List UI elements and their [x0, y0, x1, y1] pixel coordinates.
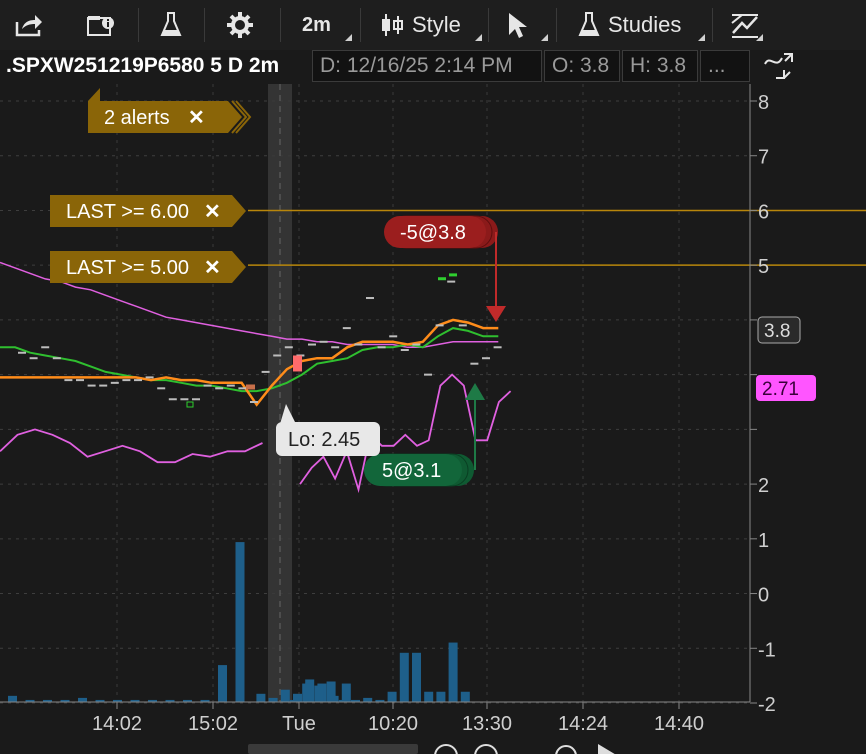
x-tick-label: 14:40 — [654, 713, 704, 735]
zoom-in-icon[interactable] — [474, 744, 498, 754]
y-tick-label: 8 — [758, 92, 769, 114]
alert-tag-6-close-icon[interactable]: ✕ — [204, 201, 221, 223]
y-tick-label: 6 — [758, 201, 769, 223]
zoom-out-icon[interactable] — [434, 744, 458, 754]
more-readout[interactable]: ... — [700, 50, 750, 82]
volume-bar — [387, 691, 397, 702]
studies-dropdown-icon — [698, 34, 705, 41]
toolbar: 2m Style Studies — [0, 0, 866, 50]
flask-icon[interactable] — [160, 8, 182, 42]
volume-bar — [78, 697, 87, 702]
volume-bar — [326, 681, 336, 702]
x-tick-label: 13:30 — [462, 713, 512, 735]
y-tick-label: 1 — [758, 530, 769, 552]
volume-bar — [436, 691, 446, 702]
volume-bar — [341, 683, 351, 702]
volume-bar — [363, 697, 373, 702]
style-dropdown-icon — [475, 34, 482, 41]
volume-bar — [448, 642, 458, 702]
buy-order-label: 5@3.1 — [382, 460, 441, 482]
high-readout: H: 3.8 — [622, 50, 698, 82]
last-price-value: 3.8 — [764, 321, 790, 342]
alerts-count-label: 2 alerts — [104, 107, 170, 129]
y-tick-label: -1 — [758, 639, 776, 661]
y-tick-label: 2 — [758, 475, 769, 497]
cursor-icon[interactable] — [506, 8, 528, 42]
x-tick-label: 10:20 — [368, 713, 418, 735]
timeframe-dropdown-icon — [345, 34, 352, 41]
alert-tag-5[interactable]: LAST >= 5.00 ✕ — [50, 251, 246, 283]
volume-bar — [460, 691, 470, 702]
orange-candle — [246, 384, 255, 390]
chart-info-icon[interactable] — [86, 8, 116, 42]
indicator-value: 2.71 — [762, 379, 799, 400]
horizontal-scrollbar[interactable] — [248, 744, 418, 754]
y-tick-label: -2 — [758, 694, 776, 716]
timeframe-button[interactable]: 2m — [302, 8, 331, 42]
x-tick-label: 14:24 — [558, 713, 608, 735]
symbol-info-bar: .SPXW251219P6580 5 D 2m D: 12/16/25 2:14… — [0, 50, 866, 84]
sell-order-label: -5@3.8 — [400, 222, 466, 244]
style-button[interactable]: Style — [380, 8, 461, 42]
expand-collapse-icon[interactable] — [762, 50, 794, 82]
volume-bar — [302, 683, 312, 702]
play-icon[interactable] — [598, 744, 618, 754]
volume-bar — [314, 685, 324, 702]
volume-bar — [399, 652, 409, 702]
volume-bar — [268, 697, 278, 702]
red-candle — [293, 355, 302, 372]
gear-icon[interactable] — [226, 8, 254, 42]
volume-bar — [424, 691, 434, 702]
volume-bar — [235, 542, 245, 702]
price-chart[interactable]: 8765210-1-2-314:0215:02Tue10:2013:3014:2… — [0, 84, 866, 744]
bottom-controls — [430, 738, 866, 754]
volume-bar — [8, 695, 17, 702]
studies-flask-icon — [578, 12, 600, 36]
date-readout: D: 12/16/25 2:14 PM — [312, 50, 542, 82]
y-tick-label: 5 — [758, 256, 769, 278]
volume-bar — [256, 693, 266, 702]
y-tick-label: 0 — [758, 585, 769, 607]
candlestick-icon — [382, 14, 403, 36]
alert-tag-6[interactable]: LAST >= 6.00 ✕ — [50, 195, 246, 227]
green-candle — [449, 273, 457, 277]
studies-label: Studies — [608, 12, 682, 37]
chart-background — [0, 84, 750, 702]
alert-tag-5-close-icon[interactable]: ✕ — [204, 257, 221, 279]
alert-tag-5-label: LAST >= 5.00 — [66, 257, 189, 279]
share-icon[interactable] — [14, 8, 44, 42]
symbol-label[interactable]: .SPXW251219P6580 5 D 2m — [0, 50, 310, 82]
alerts-close-icon[interactable]: ✕ — [188, 107, 205, 129]
crosshair-icon[interactable] — [555, 745, 577, 754]
volume-bar — [218, 665, 227, 702]
cursor-dropdown-icon — [541, 34, 548, 41]
drawing-dropdown-icon — [756, 34, 763, 41]
last-price-badge: 3.8 — [757, 316, 801, 344]
volume-bar — [412, 652, 421, 702]
x-tick-label: 14:02 — [92, 713, 142, 735]
open-readout: O: 3.8 — [544, 50, 620, 82]
indicator-badge: 2.71 — [756, 375, 816, 401]
x-tick-label: Tue — [282, 713, 316, 735]
style-label: Style — [412, 12, 461, 37]
low-callout-label: Lo: 2.45 — [288, 429, 360, 451]
volume-bar — [280, 689, 290, 702]
studies-button[interactable]: Studies — [578, 8, 681, 42]
x-tick-label: 15:02 — [188, 713, 238, 735]
alert-tag-6-label: LAST >= 6.00 — [66, 201, 189, 223]
y-tick-label: 7 — [758, 147, 769, 169]
green-candle — [438, 277, 446, 281]
